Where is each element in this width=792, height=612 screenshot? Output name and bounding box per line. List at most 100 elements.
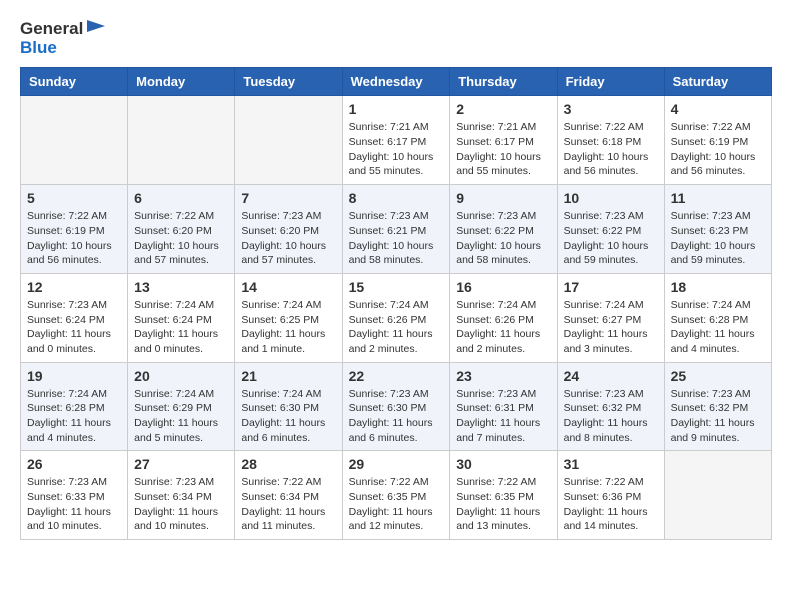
calendar-cell: 3 Sunrise: 7:22 AM Sunset: 6:18 PM Daylig… xyxy=(557,96,664,185)
day-info: Sunrise: 7:24 AM Sunset: 6:24 PM Dayligh… xyxy=(134,298,228,357)
day-number: 5 xyxy=(27,190,121,206)
day-info: Sunrise: 7:22 AM Sunset: 6:35 PM Dayligh… xyxy=(349,475,444,534)
logo-flag-icon xyxy=(85,20,107,38)
day-info: Sunrise: 7:23 AM Sunset: 6:31 PM Dayligh… xyxy=(456,387,550,446)
day-number: 21 xyxy=(241,368,335,384)
logo-text: General Blue xyxy=(20,20,107,57)
weekday-header-monday: Monday xyxy=(128,68,235,96)
day-info: Sunrise: 7:23 AM Sunset: 6:34 PM Dayligh… xyxy=(134,475,228,534)
day-info: Sunrise: 7:24 AM Sunset: 6:26 PM Dayligh… xyxy=(456,298,550,357)
calendar-cell: 21Sunrise: 7:24 AM Sunset: 6:30 PM Dayli… xyxy=(235,362,342,451)
calendar-table: SundayMondayTuesdayWednesdayThursdayFrid… xyxy=(20,67,772,540)
day-number: 15 xyxy=(349,279,444,295)
day-number: 20 xyxy=(134,368,228,384)
day-number: 14 xyxy=(241,279,335,295)
day-number: 29 xyxy=(349,456,444,472)
day-info: Sunrise: 7:24 AM Sunset: 6:29 PM Dayligh… xyxy=(134,387,228,446)
logo-general: General xyxy=(20,20,83,39)
weekday-header-row: SundayMondayTuesdayWednesdayThursdayFrid… xyxy=(21,68,772,96)
day-info: Sunrise: 7:24 AM Sunset: 6:26 PM Dayligh… xyxy=(349,298,444,357)
day-number: 27 xyxy=(134,456,228,472)
calendar-cell: 18 Sunrise: 7:24 AM Sunset: 6:28 PM Dayli… xyxy=(664,273,771,362)
day-number: 25 xyxy=(671,368,765,384)
day-number: 23 xyxy=(456,368,550,384)
day-info: Sunrise: 7:23 AM Sunset: 6:30 PM Dayligh… xyxy=(349,387,444,446)
calendar-week-row: 5 Sunrise: 7:22 AM Sunset: 6:19 PM Daylig… xyxy=(21,185,772,274)
calendar-cell: 14 Sunrise: 7:24 AM Sunset: 6:25 PM Dayli… xyxy=(235,273,342,362)
logo: General Blue xyxy=(20,20,107,57)
calendar-week-row: 1 Sunrise: 7:21 AM Sunset: 6:17 PM Daylig… xyxy=(21,96,772,185)
day-number: 6 xyxy=(134,190,228,206)
day-number: 1 xyxy=(349,101,444,117)
weekday-header-wednesday: Wednesday xyxy=(342,68,450,96)
day-number: 7 xyxy=(241,190,335,206)
calendar-cell xyxy=(664,451,771,540)
calendar-cell: 4 Sunrise: 7:22 AM Sunset: 6:19 PM Daylig… xyxy=(664,96,771,185)
calendar-cell: 31 Sunrise: 7:22 AM Sunset: 6:36 PM Dayli… xyxy=(557,451,664,540)
calendar-cell: 7 Sunrise: 7:23 AM Sunset: 6:20 PM Daylig… xyxy=(235,185,342,274)
day-number: 24 xyxy=(564,368,658,384)
day-number: 28 xyxy=(241,456,335,472)
day-info: Sunrise: 7:23 AM Sunset: 6:21 PM Dayligh… xyxy=(349,209,444,268)
day-info: Sunrise: 7:23 AM Sunset: 6:22 PM Dayligh… xyxy=(456,209,550,268)
calendar-cell: 5 Sunrise: 7:22 AM Sunset: 6:19 PM Daylig… xyxy=(21,185,128,274)
calendar-cell: 13 Sunrise: 7:24 AM Sunset: 6:24 PM Dayli… xyxy=(128,273,235,362)
calendar-cell: 16 Sunrise: 7:24 AM Sunset: 6:26 PM Dayli… xyxy=(450,273,557,362)
calendar-cell: 12 Sunrise: 7:23 AM Sunset: 6:24 PM Dayli… xyxy=(21,273,128,362)
day-number: 11 xyxy=(671,190,765,206)
calendar-cell: 24 Sunrise: 7:23 AM Sunset: 6:32 PM Dayli… xyxy=(557,362,664,451)
day-info: Sunrise: 7:22 AM Sunset: 6:18 PM Dayligh… xyxy=(564,120,658,179)
day-info: Sunrise: 7:24 AM Sunset: 6:28 PM Dayligh… xyxy=(671,298,765,357)
calendar-cell xyxy=(128,96,235,185)
day-info: Sunrise: 7:23 AM Sunset: 6:24 PM Dayligh… xyxy=(27,298,121,357)
day-number: 26 xyxy=(27,456,121,472)
calendar-cell: 28Sunrise: 7:22 AM Sunset: 6:34 PM Dayli… xyxy=(235,451,342,540)
calendar-cell xyxy=(21,96,128,185)
day-number: 12 xyxy=(27,279,121,295)
day-number: 30 xyxy=(456,456,550,472)
logo-blue: Blue xyxy=(20,38,57,57)
day-number: 22 xyxy=(349,368,444,384)
day-number: 13 xyxy=(134,279,228,295)
day-number: 31 xyxy=(564,456,658,472)
calendar-cell: 9 Sunrise: 7:23 AM Sunset: 6:22 PM Daylig… xyxy=(450,185,557,274)
day-info: Sunrise: 7:23 AM Sunset: 6:32 PM Dayligh… xyxy=(671,387,765,446)
day-number: 3 xyxy=(564,101,658,117)
page-header: General Blue xyxy=(20,20,772,57)
weekday-header-saturday: Saturday xyxy=(664,68,771,96)
calendar-cell: 17Sunrise: 7:24 AM Sunset: 6:27 PM Dayli… xyxy=(557,273,664,362)
day-number: 8 xyxy=(349,190,444,206)
day-number: 9 xyxy=(456,190,550,206)
day-info: Sunrise: 7:22 AM Sunset: 6:19 PM Dayligh… xyxy=(671,120,765,179)
calendar-cell: 20 Sunrise: 7:24 AM Sunset: 6:29 PM Dayli… xyxy=(128,362,235,451)
day-number: 10 xyxy=(564,190,658,206)
calendar-cell: 8 Sunrise: 7:23 AM Sunset: 6:21 PM Daylig… xyxy=(342,185,450,274)
calendar-cell: 23 Sunrise: 7:23 AM Sunset: 6:31 PM Dayli… xyxy=(450,362,557,451)
day-info: Sunrise: 7:23 AM Sunset: 6:20 PM Dayligh… xyxy=(241,209,335,268)
day-info: Sunrise: 7:23 AM Sunset: 6:22 PM Dayligh… xyxy=(564,209,658,268)
day-info: Sunrise: 7:22 AM Sunset: 6:36 PM Dayligh… xyxy=(564,475,658,534)
day-info: Sunrise: 7:24 AM Sunset: 6:25 PM Dayligh… xyxy=(241,298,335,357)
calendar-cell: 6Sunrise: 7:22 AM Sunset: 6:20 PM Daylig… xyxy=(128,185,235,274)
calendar-cell: 30 Sunrise: 7:22 AM Sunset: 6:35 PM Dayli… xyxy=(450,451,557,540)
day-info: Sunrise: 7:24 AM Sunset: 6:28 PM Dayligh… xyxy=(27,387,121,446)
day-number: 16 xyxy=(456,279,550,295)
calendar-cell: 26Sunrise: 7:23 AM Sunset: 6:33 PM Dayli… xyxy=(21,451,128,540)
calendar-cell: 2Sunrise: 7:21 AM Sunset: 6:17 PM Daylig… xyxy=(450,96,557,185)
day-info: Sunrise: 7:21 AM Sunset: 6:17 PM Dayligh… xyxy=(456,120,550,179)
calendar-cell: 27 Sunrise: 7:23 AM Sunset: 6:34 PM Dayli… xyxy=(128,451,235,540)
day-info: Sunrise: 7:23 AM Sunset: 6:32 PM Dayligh… xyxy=(564,387,658,446)
day-info: Sunrise: 7:24 AM Sunset: 6:27 PM Dayligh… xyxy=(564,298,658,357)
day-info: Sunrise: 7:22 AM Sunset: 6:35 PM Dayligh… xyxy=(456,475,550,534)
calendar-week-row: 12 Sunrise: 7:23 AM Sunset: 6:24 PM Dayli… xyxy=(21,273,772,362)
calendar-cell xyxy=(235,96,342,185)
calendar-cell: 29 Sunrise: 7:22 AM Sunset: 6:35 PM Dayli… xyxy=(342,451,450,540)
weekday-header-tuesday: Tuesday xyxy=(235,68,342,96)
calendar-week-row: 19Sunrise: 7:24 AM Sunset: 6:28 PM Dayli… xyxy=(21,362,772,451)
day-number: 18 xyxy=(671,279,765,295)
calendar-cell: 15 Sunrise: 7:24 AM Sunset: 6:26 PM Dayli… xyxy=(342,273,450,362)
day-number: 4 xyxy=(671,101,765,117)
weekday-header-thursday: Thursday xyxy=(450,68,557,96)
day-info: Sunrise: 7:22 AM Sunset: 6:19 PM Dayligh… xyxy=(27,209,121,268)
weekday-header-friday: Friday xyxy=(557,68,664,96)
